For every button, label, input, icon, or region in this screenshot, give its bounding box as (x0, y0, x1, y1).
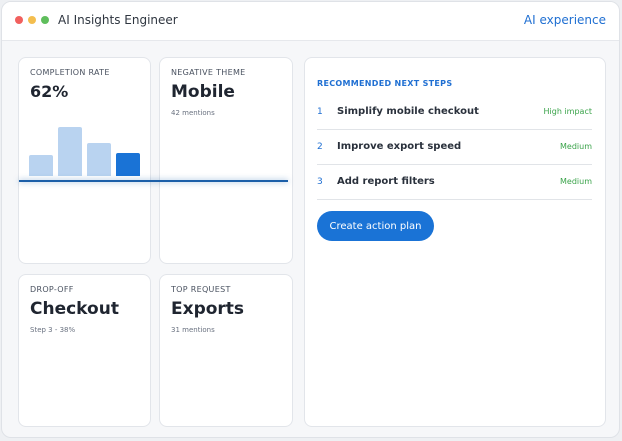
minimize-window-icon[interactable] (28, 16, 36, 24)
mentions-count: 42 mentions (171, 109, 215, 117)
chart-bar (29, 155, 53, 176)
top-request-card: TOP REQUEST Exports 31 mentions (159, 274, 293, 427)
negative-theme-value: Mobile (171, 82, 235, 102)
completion-bar-chart (29, 118, 143, 176)
step-number: 2 (317, 142, 323, 152)
drop-off-detail: Step 3 - 38% (30, 326, 76, 334)
highlight-divider-line (19, 180, 288, 182)
completion-rate-value: 62% (30, 82, 69, 101)
drop-off-value: Checkout (30, 299, 119, 319)
step-number: 1 (317, 107, 323, 117)
impact-badge: Medium (560, 177, 592, 186)
chart-bar (116, 153, 140, 176)
mentions-count: 31 mentions (171, 326, 215, 334)
impact-badge: Medium (560, 142, 592, 151)
step-text: Simplify mobile checkout (337, 106, 479, 117)
card-label: DROP-OFF (30, 285, 74, 294)
chart-bar (58, 127, 82, 176)
app-title: AI Insights Engineer (58, 13, 178, 27)
card-label: COMPLETION RATE (30, 68, 110, 77)
card-label: TOP REQUEST (171, 285, 231, 294)
step-item[interactable]: 3 Add report filters Medium (317, 165, 592, 200)
step-text: Improve export speed (337, 141, 462, 152)
top-request-value: Exports (171, 299, 245, 319)
title-bar: AI Insights Engineer AI experience (2, 2, 619, 41)
impact-badge: High impact (543, 107, 592, 116)
step-item[interactable]: 2 Improve export speed Medium (317, 130, 592, 165)
app-window: AI Insights Engineer AI experience COMPL… (1, 1, 620, 438)
card-label: NEGATIVE THEME (171, 68, 246, 77)
maximize-window-icon[interactable] (41, 16, 49, 24)
drop-off-card: DROP-OFF Checkout Step 3 - 38% (18, 274, 151, 427)
negative-theme-card: NEGATIVE THEME Mobile 42 mentions (159, 57, 293, 264)
completion-rate-card: COMPLETION RATE 62% (18, 57, 151, 264)
next-steps-title: RECOMMENDED NEXT STEPS (317, 79, 453, 88)
step-item[interactable]: 1 Simplify mobile checkout High impact (317, 95, 592, 130)
next-steps-panel: RECOMMENDED NEXT STEPS 1 Simplify mobile… (304, 57, 606, 427)
create-action-plan-button[interactable]: Create action plan (317, 211, 434, 241)
close-window-icon[interactable] (15, 16, 23, 24)
step-text: Add report filters (337, 176, 435, 187)
step-number: 3 (317, 177, 323, 187)
ai-experience-link[interactable]: AI experience (524, 13, 606, 27)
chart-bar (87, 143, 111, 176)
